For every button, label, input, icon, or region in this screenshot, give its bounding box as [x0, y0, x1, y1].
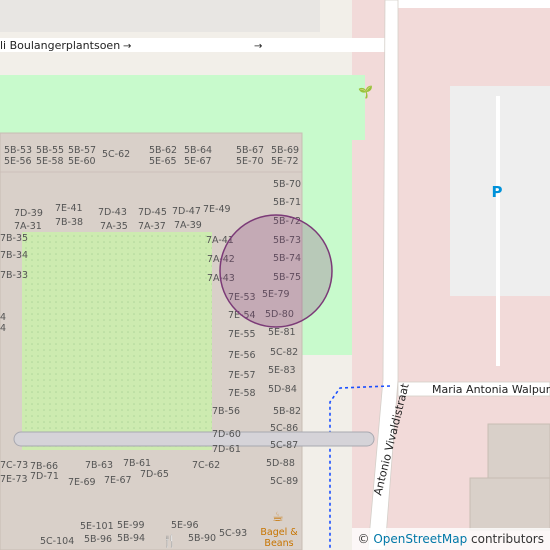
- unit-label: 7D-45: [138, 207, 167, 218]
- parking-lane: [496, 96, 500, 366]
- unit-label: 7B-61: [123, 458, 151, 469]
- unit-label: 7E-55: [228, 329, 256, 340]
- unit-label: 7D-65: [140, 469, 169, 480]
- unit-label: 5D-88: [266, 458, 295, 469]
- unit-label: 5E-58: [36, 156, 64, 167]
- unit-label: 5E-83: [268, 365, 296, 376]
- unit-label: 7E-49: [203, 204, 231, 215]
- unit-label: 5C-82: [270, 347, 298, 358]
- unit-label: 7D-47: [172, 206, 201, 217]
- poi-label[interactable]: Bagel &: [260, 527, 298, 538]
- unit-label: 5E-96: [171, 520, 199, 531]
- unit-label: 5C-86: [270, 423, 298, 434]
- unit-label: 5C-89: [270, 476, 298, 487]
- unit-label: 7B-56: [212, 406, 240, 417]
- unit-label: 5B-67: [236, 145, 264, 156]
- unit-label: 7E-56: [228, 350, 256, 361]
- restaurant-icon: 🍴: [162, 534, 177, 548]
- unit-label: 5D-84: [268, 384, 297, 395]
- unit-label: 7D-43: [98, 207, 127, 218]
- plant-icon: 🌱: [358, 85, 373, 99]
- unit-label: 5C-104: [40, 536, 74, 547]
- unit-label: 7E-67: [104, 475, 132, 486]
- unit-label: 5E-70: [236, 156, 264, 167]
- road-top-right-b: [395, 0, 550, 8]
- location-circle[interactable]: [219, 214, 333, 328]
- unit-label: 7D-71: [30, 471, 59, 482]
- unit-label: 7B-34: [0, 250, 28, 261]
- unit-label: 7E-41: [55, 203, 83, 214]
- unit-label: 7A-37: [138, 221, 166, 232]
- passage-path: [13, 431, 375, 447]
- unit-label: 5B-57: [68, 145, 96, 156]
- attribution-suffix: contributors: [471, 532, 544, 546]
- unit-label: 5E-67: [184, 156, 212, 167]
- building-br-2: [469, 477, 550, 531]
- unit-label: 7C-62: [192, 460, 220, 471]
- map-canvas[interactable]: P 🌱 li Boulangerplantsoen → → Maria Anto…: [0, 0, 550, 550]
- unit-label: 5B-69: [271, 145, 299, 156]
- unit-label: 7E-73: [0, 474, 28, 485]
- unit-label: 5E-60: [68, 156, 96, 167]
- poi-label[interactable]: Beans: [264, 538, 293, 549]
- unit-label: 5E-65: [149, 156, 177, 167]
- unit-label: 5B-64: [184, 145, 212, 156]
- street-label-maria: Maria Antonia Walpurg: [432, 383, 550, 396]
- building-br-1: [487, 423, 550, 479]
- oneway-arrow-1: →: [123, 41, 131, 52]
- map-attribution: © OpenStreetMap contributors: [351, 528, 550, 550]
- street-label-top: li Boulangerplantsoen: [0, 39, 120, 52]
- unit-label-partial: 4: [0, 323, 6, 334]
- unit-label: 5E-99: [117, 520, 145, 531]
- unit-label: 7D-61: [212, 444, 241, 455]
- unit-label: 5B-55: [36, 145, 64, 156]
- unit-label: 5E-56: [4, 156, 32, 167]
- attribution-link[interactable]: OpenStreetMap: [373, 532, 467, 546]
- unit-label: 5B-71: [273, 197, 301, 208]
- building-top: [0, 0, 320, 32]
- cafe-icon: ☕: [272, 510, 284, 525]
- unit-label: 5E-101: [80, 521, 114, 532]
- unit-label: 5B-82: [273, 406, 301, 417]
- unit-label: 5B-90: [188, 533, 216, 544]
- unit-label: 5B-70: [273, 179, 301, 190]
- unit-label: 7B-35: [0, 233, 28, 244]
- unit-label: 7E-58: [228, 388, 256, 399]
- unit-label: 7B-63: [85, 460, 113, 471]
- unit-label: 7C-73: [0, 460, 28, 471]
- unit-label: 7E-69: [68, 477, 96, 488]
- unit-label: 7A-39: [174, 220, 202, 231]
- parking-icon: P: [492, 183, 503, 201]
- unit-label: 5C-62: [102, 149, 130, 160]
- unit-label: 5B-94: [117, 533, 145, 544]
- unit-label-partial: 4: [0, 312, 6, 323]
- unit-label: 5B-62: [149, 145, 177, 156]
- unit-label: 5E-81: [268, 327, 296, 338]
- unit-label: 5B-53: [4, 145, 32, 156]
- unit-label: 5C-87: [270, 440, 298, 451]
- unit-label: 7D-39: [14, 208, 43, 219]
- unit-label: 7A-35: [100, 221, 128, 232]
- unit-label: 5E-72: [271, 156, 299, 167]
- unit-label: 7B-33: [0, 270, 28, 281]
- unit-label: 7E-57: [228, 370, 256, 381]
- unit-label: 7A-31: [14, 221, 42, 232]
- unit-label: 7B-38: [55, 217, 83, 228]
- unit-label: 5C-93: [219, 528, 247, 539]
- unit-label: 5B-96: [84, 534, 112, 545]
- unit-label: 7D-60: [212, 429, 241, 440]
- courtyard-garden: [22, 232, 212, 450]
- attribution-symbol: ©: [357, 532, 370, 546]
- oneway-arrow-2: →: [254, 41, 262, 52]
